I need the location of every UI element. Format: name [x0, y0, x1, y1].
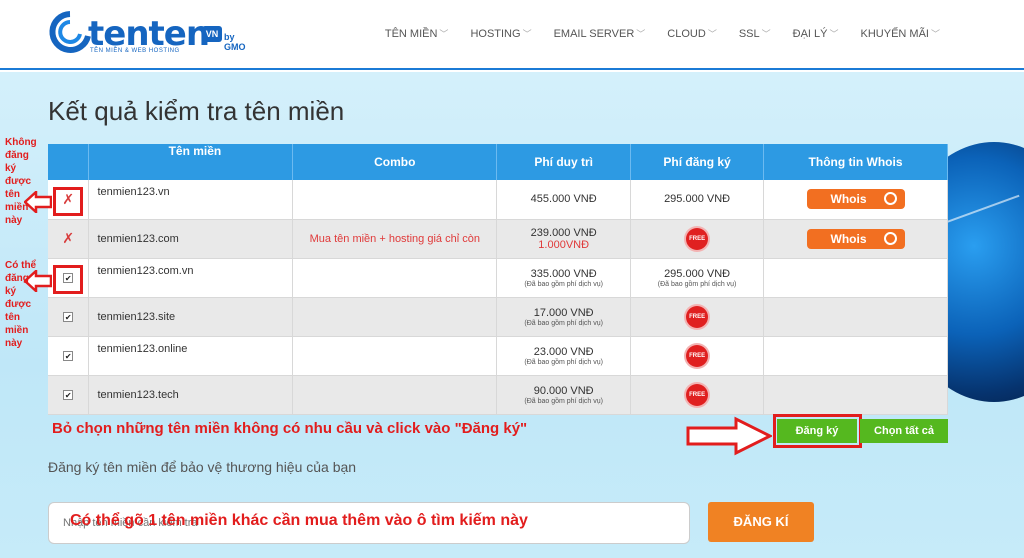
arrow-right-icon [686, 416, 772, 456]
annotation-box-available [53, 265, 83, 294]
free-badge: FREE [686, 227, 709, 250]
domain-name: tenmien123.site [88, 297, 294, 337]
chevron-down-icon: ﹀ [761, 29, 771, 39]
nav-email-server[interactable]: EMAIL SERVER ﹀ [554, 27, 646, 40]
whois-button[interactable]: Whois [806, 189, 905, 210]
x-mark-icon: ✗ [62, 230, 75, 246]
domain-checkbox[interactable]: ✔ [63, 389, 74, 400]
table-row: ✔ tenmien123.site 17.000 VNĐ (Đã bao gồm… [48, 297, 948, 337]
page-title: Kết quả kiểm tra tên miền [48, 96, 345, 126]
combo-cell [292, 336, 498, 376]
table-row: ✔ tenmien123.tech 90.000 VNĐ (Đã bao gồm… [48, 375, 948, 415]
header-combo: Combo [292, 144, 498, 180]
nav-hosting[interactable]: HOSTING ﹀ [470, 27, 531, 40]
annotation-available: Có thể đăng ký được tên miền này [5, 260, 37, 349]
whois-button[interactable]: Whois [806, 228, 905, 249]
table-row: ✔ tenmien123.online 23.000 VNĐ (Đã bao g… [48, 336, 948, 376]
nav-khuyen-mai[interactable]: KHUYẾN MÃI ﹀ [861, 27, 940, 40]
row-select: ✔ [48, 297, 90, 337]
row-select: ✔ [48, 375, 90, 415]
whois-cell [763, 297, 948, 337]
table-row: ✗ tenmien123.vn 455.000 VNĐ 295.000 VNĐ … [48, 180, 948, 220]
site-header: tenten VN by GMO TÊN MIỀN & WEB HOSTING … [0, 0, 1024, 70]
maintenance-fee: 239.000 VNĐ 1.000VNĐ [496, 219, 632, 259]
header-registration-fee: Phí đăng ký [630, 144, 765, 180]
whois-cell: Whois [763, 219, 948, 259]
domain-name: tenmien123.com.vn [88, 258, 294, 298]
maintenance-fee: 335.000 VNĐ (Đã bao gồm phí dịch vụ) [496, 258, 632, 298]
annotation-instruction: Bỏ chọn những tên miền không có nhu cầu … [52, 420, 528, 437]
registration-fee: FREE [630, 336, 765, 376]
maintenance-fee: 455.000 VNĐ [496, 180, 632, 220]
combo-offer-link[interactable]: Mua tên miền + hosting giá chỉ còn [292, 219, 498, 259]
free-badge: FREE [686, 305, 709, 328]
header-domain: Tên miền [88, 144, 294, 180]
chevron-down-icon: ﹀ [522, 29, 532, 39]
chevron-down-icon: ﹀ [439, 29, 449, 39]
row-select: ✔ [48, 336, 90, 376]
logo-gmo: by GMO [224, 32, 246, 52]
whois-cell [763, 336, 948, 376]
select-all-button[interactable]: Chọn tất cả [860, 419, 948, 443]
dang-ki-button[interactable]: ĐĂNG KÍ [708, 502, 814, 542]
domain-name: tenmien123.vn [88, 180, 294, 220]
table-row: ✔ tenmien123.com.vn 335.000 VNĐ (Đã bao … [48, 258, 948, 298]
protect-brand-text: Đăng ký tên miền để bảo vệ thương hiệu c… [48, 459, 357, 475]
chevron-down-icon: ﹀ [930, 29, 940, 39]
domain-checkbox[interactable]: ✔ [63, 311, 74, 322]
combo-price: 1.000VNĐ [538, 238, 590, 251]
free-badge: FREE [686, 344, 709, 367]
chevron-down-icon: ﹀ [829, 29, 839, 39]
table-header-row: Tên miền Combo Phí duy trì Phí đăng ký T… [48, 144, 948, 180]
annotation-box-register [773, 414, 862, 448]
maintenance-fee: 23.000 VNĐ (Đã bao gồm phí dịch vụ) [496, 336, 632, 376]
registration-fee: FREE [630, 297, 765, 337]
combo-cell [292, 375, 498, 415]
nav-cloud[interactable]: CLOUD ﹀ [667, 27, 717, 40]
registration-fee: 295.000 VNĐ (Đã bao gồm phí dịch vụ) [630, 258, 765, 298]
annotation-search-hint: Có thể gõ 1 tên miền khác cần mua thêm v… [70, 512, 528, 529]
free-badge: FREE [686, 383, 709, 406]
header-whois: Thông tin Whois [763, 144, 948, 180]
main-content: Kết quả kiểm tra tên miền Tên miền Combo… [0, 72, 1024, 558]
domain-name: tenmien123.tech [88, 375, 294, 415]
header-maintenance-fee: Phí duy trì [496, 144, 632, 180]
annotation-unavailable: Không đăng ký được tên miền này [5, 137, 37, 226]
main-nav: TÊN MIỀN ﹀ HOSTING ﹀ EMAIL SERVER ﹀ CLOUD ﹀ … [363, 27, 940, 40]
whois-cell: Whois [763, 180, 948, 220]
annotation-box-unavailable [53, 187, 83, 216]
registration-fee: FREE [630, 219, 765, 259]
row-status: ✗ [48, 219, 90, 259]
domain-checkbox[interactable]: ✔ [63, 350, 74, 361]
combo-cell [292, 180, 498, 220]
header-select [48, 144, 90, 180]
logo-vn-badge: VN [202, 26, 222, 42]
nav-dai-ly[interactable]: ĐẠI LÝ ﹀ [793, 27, 839, 40]
whois-cell [763, 258, 948, 298]
chevron-down-icon: ﹀ [636, 29, 646, 39]
registration-fee: 295.000 VNĐ [630, 180, 765, 220]
tenten-logo[interactable]: tenten VN by GMO TÊN MIỀN & WEB HOSTING [48, 10, 246, 56]
logo-swirl-icon [49, 11, 91, 53]
combo-cell [292, 297, 498, 337]
nav-ten-mien[interactable]: TÊN MIỀN ﹀ [385, 27, 449, 40]
table-row: ✗ tenmien123.com Mua tên miền + hosting … [48, 219, 948, 259]
chevron-down-icon: ﹀ [707, 29, 717, 39]
nav-ssl[interactable]: SSL ﹀ [739, 27, 771, 40]
logo-tagline: TÊN MIỀN & WEB HOSTING [90, 48, 180, 54]
domain-results-table: Tên miền Combo Phí duy trì Phí đăng ký T… [48, 144, 948, 415]
search-icon [883, 231, 897, 245]
combo-cell [292, 258, 498, 298]
registration-fee: FREE [630, 375, 765, 415]
domain-name: tenmien123.online [88, 336, 294, 376]
maintenance-fee: 90.000 VNĐ (Đã bao gồm phí dịch vụ) [496, 375, 632, 415]
search-icon [883, 192, 897, 206]
whois-cell [763, 375, 948, 415]
domain-name: tenmien123.com [88, 219, 294, 259]
maintenance-fee: 17.000 VNĐ (Đã bao gồm phí dịch vụ) [496, 297, 632, 337]
